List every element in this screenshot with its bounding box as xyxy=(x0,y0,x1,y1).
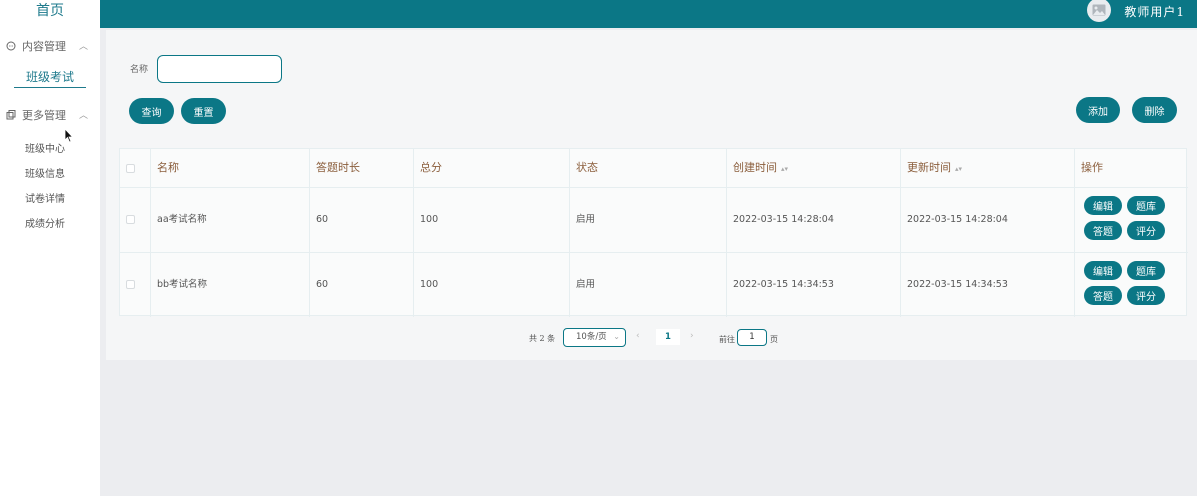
row-select-cell xyxy=(120,188,151,252)
image-icon xyxy=(1092,4,1106,16)
cell-duration: 60 xyxy=(310,188,414,252)
col-header-name: 名称 xyxy=(151,149,310,187)
cell-updated: 2022-03-15 14:34:53 xyxy=(901,253,1075,317)
avatar[interactable] xyxy=(1087,0,1111,22)
col-header-created-label: 创建时间 xyxy=(733,161,777,174)
col-header-actions: 操作 xyxy=(1081,161,1103,174)
page-word: 页 xyxy=(770,335,778,344)
query-button[interactable]: 查询 xyxy=(129,98,174,124)
menu-group-content[interactable]: 内容管理 ︿ xyxy=(0,35,100,57)
sidebar-item-class-info[interactable]: 班级信息 xyxy=(25,165,65,180)
row-checkbox[interactable] xyxy=(126,280,135,289)
row-select-cell xyxy=(120,253,151,317)
pagination-total: 共 2 条 xyxy=(529,334,556,343)
prev-page-icon[interactable]: ‹ xyxy=(636,331,640,341)
mouse-cursor-icon xyxy=(64,128,74,143)
copy-icon xyxy=(6,110,16,120)
sidebar-item-score-analysis[interactable]: 成绩分析 xyxy=(25,215,65,230)
select-all-checkbox[interactable] xyxy=(126,164,135,173)
header-select-cell xyxy=(120,149,151,187)
menu-group-label: 内容管理 xyxy=(22,40,66,53)
goto-page-input[interactable]: 1 xyxy=(737,329,767,346)
home-link[interactable]: 首页 xyxy=(0,0,100,26)
page-size-value: 10条/页 xyxy=(576,332,607,342)
cell-duration: 60 xyxy=(310,253,414,317)
col-header-created[interactable]: 创建时间 ▴▾ xyxy=(727,149,901,187)
grade-button[interactable]: 评分 xyxy=(1127,221,1165,240)
goto-label: 前往 xyxy=(719,335,735,344)
exam-table: 名称 答题时长 总分 状态 创建时间 ▴▾ 更新时间 ▴▾ 操作 aa考试名称 60… xyxy=(119,148,1188,317)
sidebar-item-paper-detail[interactable]: 试卷详情 xyxy=(25,190,65,205)
delete-button[interactable]: 删除 xyxy=(1132,97,1177,123)
chevron-up-icon: ︿ xyxy=(78,42,88,52)
menu-group-more[interactable]: 更多管理 ︿ xyxy=(0,104,100,126)
chevron-down-icon: ⌄ xyxy=(613,332,620,341)
sort-icon[interactable]: ▴▾ xyxy=(781,165,788,173)
cell-status: 启用 xyxy=(570,188,727,252)
search-label: 名称 xyxy=(130,65,149,75)
cell-updated: 2022-03-15 14:28:04 xyxy=(901,188,1075,252)
chevron-up-icon: ︿ xyxy=(78,111,88,121)
user-name[interactable]: 教师用户1 xyxy=(1124,3,1185,20)
add-button[interactable]: 添加 xyxy=(1076,97,1120,123)
edit-button[interactable]: 编辑 xyxy=(1084,261,1122,280)
col-header-duration: 答题时长 xyxy=(310,149,414,187)
cell-name: aa考试名称 xyxy=(151,188,310,252)
chat-icon xyxy=(6,41,16,51)
row-checkbox[interactable] xyxy=(126,215,135,224)
cell-created: 2022-03-15 14:34:53 xyxy=(727,253,901,317)
reset-button[interactable]: 重置 xyxy=(181,98,226,124)
sidebar-item-class-center[interactable]: 班级中心 xyxy=(25,140,65,155)
answer-button[interactable]: 答题 xyxy=(1084,286,1122,305)
sort-icon[interactable]: ▴▾ xyxy=(955,165,962,173)
col-header-score: 总分 xyxy=(414,149,570,187)
col-header-updated[interactable]: 更新时间 ▴▾ xyxy=(901,149,1075,187)
cell-score: 100 xyxy=(414,188,570,252)
cell-status: 启用 xyxy=(570,253,727,317)
grade-button[interactable]: 评分 xyxy=(1127,286,1165,305)
next-page-icon[interactable]: › xyxy=(690,331,694,341)
cell-score: 100 xyxy=(414,253,570,317)
question-bank-button[interactable]: 题库 xyxy=(1127,196,1165,215)
top-bar: 教师用户1 xyxy=(100,0,1197,28)
sidebar: 首页 内容管理 ︿ 班级考试 更多管理 ︿ 班级中心 班级信息 试卷详情 成绩分… xyxy=(0,0,100,496)
edit-button[interactable]: 编辑 xyxy=(1084,196,1122,215)
col-header-updated-label: 更新时间 xyxy=(907,161,951,174)
page-size-select[interactable]: 10条/页 ⌄ xyxy=(563,328,626,347)
menu-group-label: 更多管理 xyxy=(22,109,66,122)
page-number[interactable]: 1 xyxy=(656,329,680,345)
cell-name: bb考试名称 xyxy=(151,253,310,317)
col-header-status: 状态 xyxy=(570,149,727,187)
name-search-input[interactable] xyxy=(157,55,282,83)
cell-created: 2022-03-15 14:28:04 xyxy=(727,188,901,252)
answer-button[interactable]: 答题 xyxy=(1084,221,1122,240)
sidebar-item-class-exam[interactable]: 班级考试 xyxy=(14,66,86,88)
question-bank-button[interactable]: 题库 xyxy=(1127,261,1165,280)
